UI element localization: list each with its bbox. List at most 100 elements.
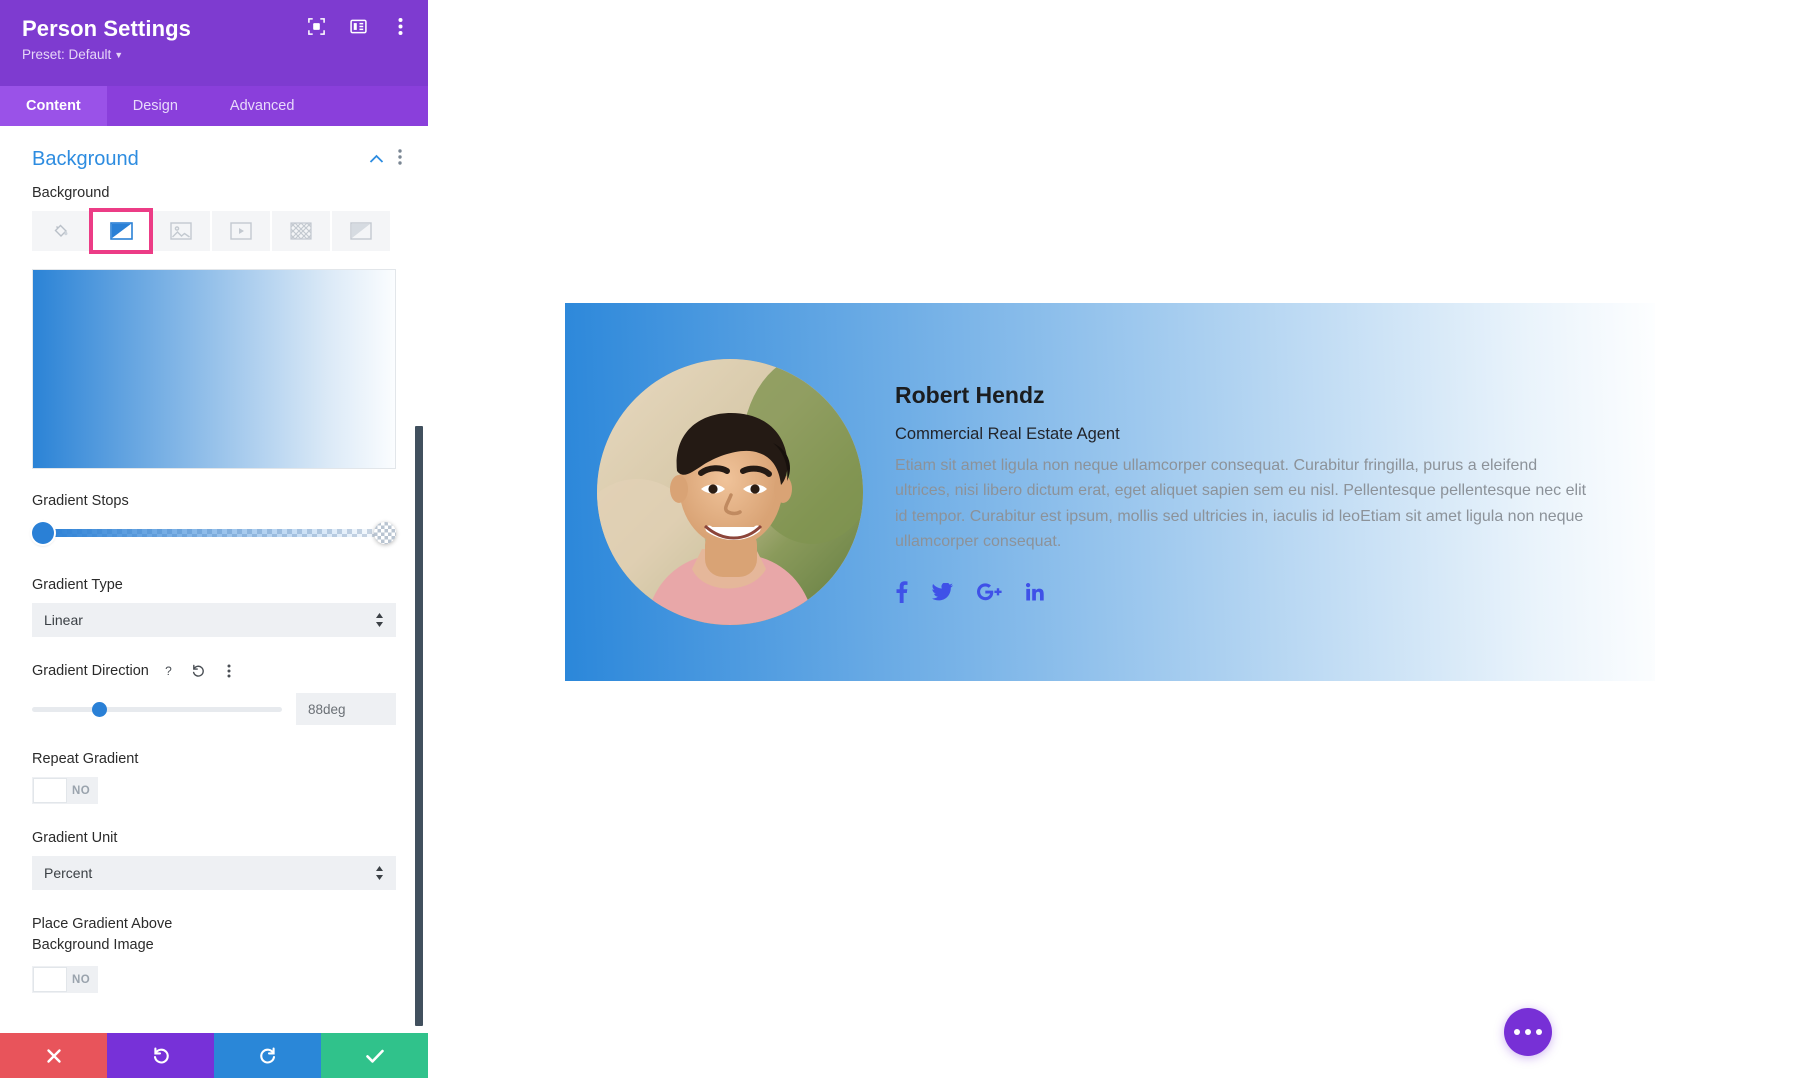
reset-arrow-icon[interactable] [189,661,209,681]
select-arrows-icon [375,613,384,627]
app-root: Person Settings Preset: Default ▼ Conten… [0,0,1800,1078]
background-field-label: Background [32,185,110,201]
gradient-unit-label: Gradient Unit [32,830,118,846]
gradient-unit-select[interactable]: Percent [32,856,396,890]
background-mask-tab[interactable] [332,211,390,251]
focus-target-icon[interactable] [306,16,326,36]
kebab-menu-icon[interactable] [390,16,410,36]
place-gradient-toggle-row: NO [32,966,396,993]
person-social-links [895,580,1595,603]
gradient-type-label: Gradient Type [32,577,123,593]
gradient-stop-left[interactable] [32,522,54,544]
repeat-gradient-value: NO [72,784,91,797]
panel-tabs: Content Design Advanced [0,86,428,126]
gradient-type-field: Gradient Type Linear [0,577,428,637]
repeat-gradient-toggle-row: NO [32,777,396,804]
gradient-stops-field: Gradient Stops [0,493,428,547]
google-plus-icon[interactable] [977,582,1002,601]
repeat-gradient-label: Repeat Gradient [32,751,139,767]
toggle-knob [33,967,67,992]
gradient-direction-label-row: Gradient Direction ? [32,661,396,681]
slider-track [32,707,282,712]
slider-thumb[interactable] [92,702,107,717]
panel-action-bar [0,1033,428,1078]
panel-header-icons [306,16,410,36]
gradient-direction-input[interactable]: 88deg [296,693,396,725]
linkedin-icon[interactable] [1026,582,1044,601]
person-bio: Etiam sit amet ligula non neque ullamcor… [895,456,1587,551]
repeat-gradient-field: Repeat Gradient NO [0,751,428,804]
kebab-menu-icon[interactable] [219,661,239,681]
toggle-knob [33,778,67,803]
facebook-icon[interactable] [895,580,908,603]
kebab-menu-icon[interactable] [398,149,402,170]
person-settings-panel: Person Settings Preset: Default ▼ Conten… [0,0,428,1078]
place-gradient-toggle[interactable]: NO [32,966,98,993]
gradient-preview[interactable] [32,269,396,469]
gradient-direction-controls: 88deg [32,693,396,725]
gradient-stops-slider[interactable] [32,519,396,547]
page-options-fab[interactable] [1504,1008,1552,1056]
scrollbar-thumb[interactable] [415,426,423,1026]
tab-advanced[interactable]: Advanced [204,86,321,126]
person-module-card[interactable]: Robert Hendz Commercial Real Estate Agen… [565,303,1655,681]
question-mark-icon[interactable]: ? [159,661,179,681]
person-avatar-column [565,359,895,625]
redo-button[interactable] [214,1033,321,1078]
tab-content[interactable]: Content [0,86,107,126]
discard-button[interactable] [0,1033,107,1078]
person-role: Commercial Real Estate Agent [895,424,1120,443]
background-section-header[interactable]: Background [0,126,428,185]
place-gradient-label-line1: Place Gradient Above [32,916,173,932]
background-gradient-tab[interactable] [89,208,153,254]
gradient-direction-slider[interactable] [32,699,282,719]
section-title: Background [32,148,139,170]
gradient-direction-field: Gradient Direction ? 88deg [0,661,428,725]
save-button[interactable] [321,1033,428,1078]
undo-button[interactable] [107,1033,214,1078]
three-dots-icon-dot [1536,1029,1542,1035]
redo-arrow-icon [259,1047,275,1063]
gradient-type-value: Linear [44,612,83,628]
gradient-stops-track[interactable] [42,529,386,537]
person-name: Robert Hendz [895,381,1045,408]
background-color-tab[interactable] [32,211,90,251]
panel-scroll-content: Background Background Gradient Stops Gra… [0,126,428,1029]
place-gradient-field: Place Gradient Above Background Image NO [0,914,428,993]
repeat-gradient-toggle[interactable]: NO [32,777,98,804]
preset-selector[interactable]: Preset: Default ▼ [22,47,406,62]
close-x-icon [46,1048,61,1063]
panel-body: Background Background Gradient Stops Gra… [0,126,428,1033]
smiling-man-portrait-image [597,359,863,625]
gradient-stop-right[interactable] [374,522,396,544]
chevron-up-icon[interactable] [369,151,384,169]
panel-scrollbar[interactable] [414,126,424,1033]
preset-label: Preset: Default [22,47,112,62]
tab-design[interactable]: Design [107,86,204,126]
undo-arrow-icon [153,1047,169,1063]
person-info: Robert Hendz Commercial Real Estate Agen… [895,382,1655,603]
twitter-icon[interactable] [932,582,953,601]
panel-header: Person Settings Preset: Default ▼ [0,0,428,86]
svg-text:?: ? [166,664,173,678]
background-video-tab[interactable] [212,211,270,251]
checkmark-icon [365,1049,384,1063]
avatar [597,359,863,625]
select-arrows-icon [375,866,384,880]
section-header-icons [369,149,402,170]
background-pattern-tab[interactable] [272,211,330,251]
place-gradient-label: Place Gradient Above Background Image [32,914,396,956]
gradient-direction-label: Gradient Direction [32,663,149,679]
three-dots-icon-dot [1514,1029,1520,1035]
gradient-unit-field: Gradient Unit Percent [0,830,428,890]
background-type-field: Background [0,185,428,254]
layout-panel-icon[interactable] [348,16,368,36]
three-dots-icon-dot [1525,1029,1531,1035]
chevron-down-icon: ▼ [114,50,124,60]
place-gradient-value: NO [72,973,91,986]
gradient-unit-value: Percent [44,865,93,881]
page-canvas: Robert Hendz Commercial Real Estate Agen… [428,0,1800,1078]
background-image-tab[interactable] [152,211,210,251]
place-gradient-label-line2: Background Image [32,937,154,953]
gradient-type-select[interactable]: Linear [32,603,396,637]
